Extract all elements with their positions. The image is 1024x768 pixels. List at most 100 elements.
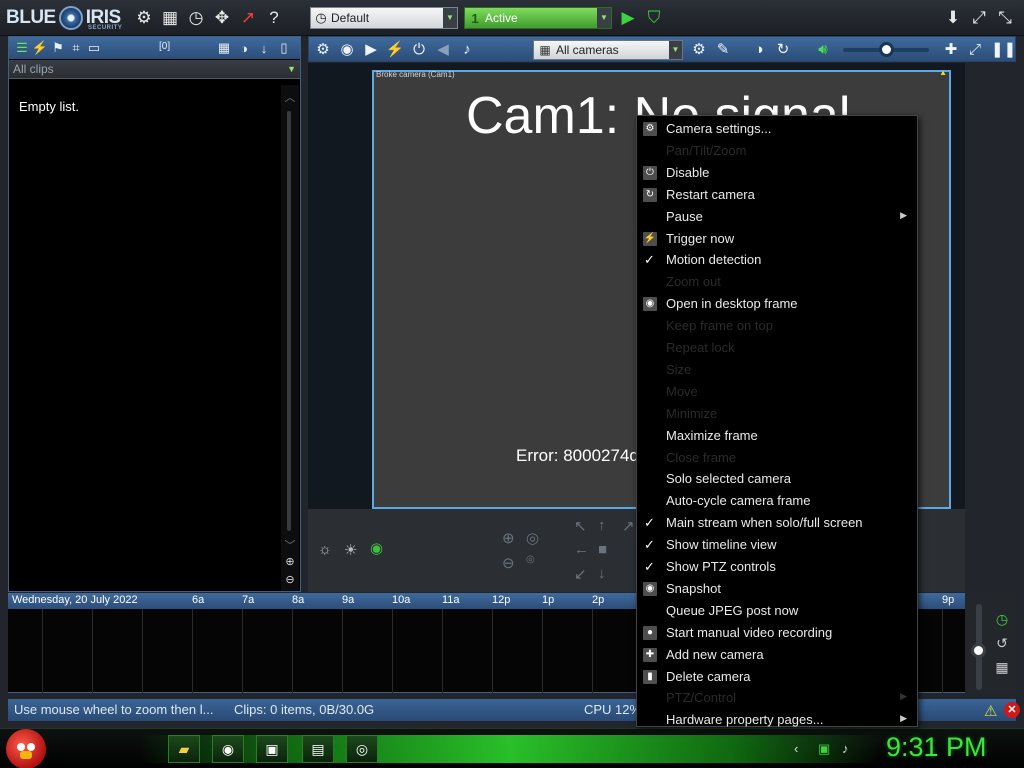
menu-item[interactable]: ✚ Add new camera (637, 644, 917, 666)
menu-item[interactable]: ✓ Motion detection (637, 249, 917, 271)
volume-icon[interactable]: ♪ (842, 741, 849, 756)
timeline-gridline (392, 609, 393, 693)
timeline-zoom-thumb[interactable] (971, 643, 986, 658)
menu-item[interactable]: ✓ Show PTZ controls (637, 556, 917, 578)
menu-item[interactable]: ↻ Restart camera (637, 184, 917, 206)
chrome-icon[interactable]: ◉ (212, 735, 244, 763)
snapshot-camera-icon[interactable]: ◉ (337, 40, 357, 60)
gear-icon: ⚙ (643, 122, 657, 136)
book-icon[interactable]: ▯ (275, 40, 293, 56)
cameras-select[interactable]: ▦ All cameras ▼ (533, 40, 683, 60)
zoom-out-icon[interactable]: ⊖ (283, 573, 297, 587)
scroll-up-icon[interactable]: ︿ (283, 89, 297, 104)
camera-filter-icon[interactable]: ◑ (235, 41, 253, 56)
blue-iris-task-icon[interactable]: ◎ (346, 735, 378, 763)
fullscreen-icon[interactable]: ⤢ (968, 7, 990, 29)
menu-item[interactable]: Solo selected camera (637, 468, 917, 490)
clips-filter-select[interactable]: All clips ▼ (9, 60, 300, 79)
rewind-icon[interactable]: ↺ (993, 634, 1011, 652)
tray-expand-icon[interactable]: ‹ (794, 741, 798, 756)
stats-chart-icon[interactable]: ↗ (237, 7, 259, 29)
warning-icon: ▲ (939, 68, 947, 77)
zoom-out-icon[interactable]: ⊖ (502, 554, 515, 572)
menu-item-label: Keep frame on top (666, 318, 773, 334)
profile-select[interactable]: ◷ Default ▼ (310, 7, 458, 29)
iris-icon[interactable]: ◎ (526, 554, 535, 565)
menu-item[interactable]: Auto-cycle camera frame (637, 490, 917, 512)
start-button-icon[interactable] (6, 729, 46, 768)
settings-gear-icon[interactable]: ⚙ (133, 7, 155, 29)
window-app-icon[interactable]: ▣ (256, 735, 288, 763)
gear-icon[interactable]: ⚙ (313, 40, 333, 60)
focus-icon[interactable]: ◎ (526, 529, 539, 547)
ptz-down-left-icon[interactable]: ↙ (574, 565, 587, 583)
taskbar-clock[interactable]: 9:31 PM (886, 732, 987, 763)
video-record-icon[interactable]: ▶ (361, 40, 381, 60)
brightness-down-icon[interactable]: ☼ (318, 541, 332, 558)
menu-item[interactable]: ✓ Main stream when solo/full screen (637, 512, 917, 534)
scroll-thumb[interactable] (287, 111, 291, 531)
clips-scrollbar[interactable]: ︿ ﹀ ⊕ ⊖ (281, 85, 299, 591)
move-cross-icon[interactable]: ✥ (211, 7, 233, 29)
live-clock-icon[interactable]: ◷ (993, 610, 1011, 628)
menu-item[interactable]: ▮ Delete camera (637, 666, 917, 688)
close-icon[interactable]: ✕ (1004, 702, 1020, 718)
network-icon[interactable]: ▣ (818, 741, 830, 757)
zoom-in-icon[interactable]: ⊕ (502, 529, 515, 547)
calendar-icon[interactable]: ▦ (215, 40, 233, 56)
menu-item[interactable]: ◉ Open in desktop frame (637, 293, 917, 315)
ptz-down-icon[interactable]: ↓ (598, 565, 606, 582)
speaker-icon[interactable]: 🔊︎ (813, 40, 833, 60)
add-icon[interactable]: ✚ (941, 40, 961, 60)
trigger-bolt-icon[interactable]: ⚡ (385, 40, 405, 60)
menu-item[interactable]: Pause ▶ (637, 206, 917, 228)
flag-icon[interactable]: ⚑ (49, 40, 67, 56)
play-icon[interactable]: ▶ (617, 7, 639, 29)
camera-number-icon[interactable]: ◑ (749, 40, 769, 60)
menu-item[interactable]: Hardware property pages... ▶ (637, 709, 917, 731)
download-icon[interactable]: ⬇ (942, 7, 964, 29)
menu-item[interactable]: Queue JPEG post now (637, 600, 917, 622)
notepad-icon[interactable]: ▤ (302, 735, 334, 763)
menu-item[interactable]: ⚙ Camera settings... (637, 118, 917, 140)
menu-item[interactable]: Maximize frame (637, 425, 917, 447)
menu-item[interactable]: ⚡ Trigger now (637, 228, 917, 250)
shield-icon[interactable]: ⛉ (643, 7, 665, 29)
fullscreen-icon[interactable]: ⤢ (965, 40, 985, 60)
record-icon: ● (643, 625, 657, 640)
ptz-up-icon[interactable]: ↑ (598, 517, 606, 534)
schedule-select[interactable]: 1 Active ▼ (464, 7, 612, 29)
mute-speaker-icon[interactable]: ◀ (433, 40, 453, 60)
ptz-up-right-icon[interactable]: ↗ (622, 517, 635, 535)
sort-down-icon[interactable]: ↓ (255, 41, 273, 56)
menu-item[interactable]: ✓ Show timeline view (637, 534, 917, 556)
menu-item[interactable]: ● Start manual video recording (637, 622, 917, 644)
refresh-icon[interactable]: ↻ (773, 40, 793, 60)
ir-icon[interactable]: ◉ (370, 539, 383, 557)
scroll-down-icon[interactable]: ﹀ (283, 537, 297, 552)
pause-icon[interactable]: ❚❚ (991, 40, 1016, 60)
power-icon[interactable]: ⏻ (409, 40, 429, 60)
clips-list-icon[interactable]: ☰ (13, 40, 31, 56)
explorer-folder-icon[interactable]: ▰ (168, 735, 200, 763)
warning-icon[interactable]: ⚠ (984, 702, 997, 720)
schedule-clock-icon[interactable]: ◷ (185, 7, 207, 29)
crop-icon[interactable]: ⌗ (67, 40, 85, 56)
volume-slider-thumb[interactable] (879, 42, 894, 57)
brightness-up-icon[interactable]: ☀ (344, 541, 357, 559)
edit-icon[interactable]: ✎ (713, 40, 733, 60)
calendar-icon[interactable]: ▦ (993, 658, 1011, 676)
help-icon[interactable]: ? (263, 7, 285, 29)
alerts-bolt-icon[interactable]: ⚡ (31, 40, 49, 56)
ptz-up-left-icon[interactable]: ↖ (574, 517, 587, 535)
menu-item[interactable]: ⏻ Disable (637, 162, 917, 184)
minimize-window-icon[interactable]: ⤡ (994, 7, 1016, 29)
menu-item[interactable]: ◉ Snapshot (637, 578, 917, 600)
microphone-icon[interactable]: ♪ (457, 40, 477, 60)
ptz-left-icon[interactable]: ← (574, 541, 589, 558)
clip-viewer-icon[interactable]: ▦ (159, 7, 181, 29)
folder-icon[interactable]: ▭ (85, 40, 103, 56)
zoom-in-icon[interactable]: ⊕ (283, 555, 297, 569)
ptz-home-icon[interactable]: ■ (598, 541, 607, 558)
camera-settings-gear-icon[interactable]: ⚙ (689, 40, 709, 60)
